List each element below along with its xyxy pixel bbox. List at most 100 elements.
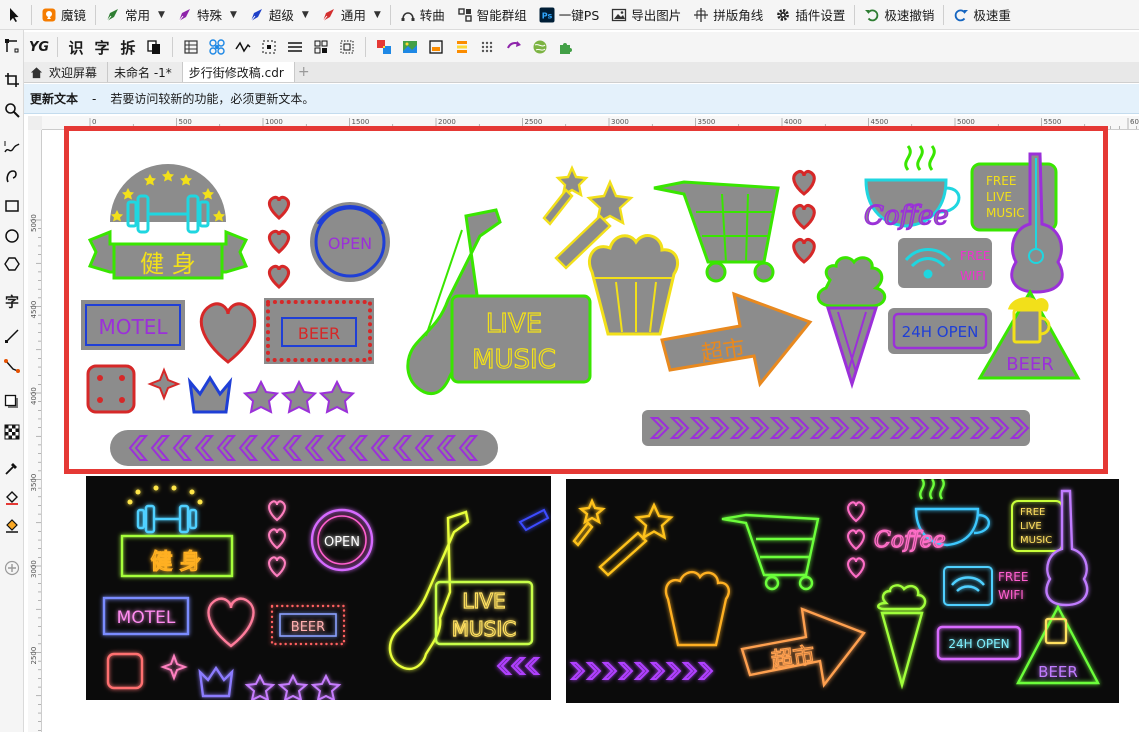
menu-common[interactable]: 常用 ▼ [99, 0, 171, 30]
interactive-fill-tool[interactable] [2, 488, 22, 508]
connector-icon [4, 359, 20, 373]
toolbox: 字 [0, 30, 24, 732]
polygon-icon [4, 257, 20, 271]
menu-super[interactable]: 超级 ▼ [243, 0, 315, 30]
neon-preview-left[interactable]: 健 身 OPEN MOTEL BEER LIVE MUSIC [86, 476, 551, 700]
ruler-label: 4500 [30, 301, 38, 319]
acoustic-guitar-icon [1045, 489, 1089, 607]
undo-icon [865, 8, 879, 21]
char-button[interactable]: 字 [91, 36, 113, 58]
ruler-label: 5500 [1044, 118, 1062, 126]
yg-button[interactable]: YG [28, 36, 50, 58]
globe-icon [533, 40, 547, 54]
dot-grid-icon [481, 41, 493, 53]
menu-super-label: 超级 [268, 8, 294, 23]
toolbar-separator [57, 37, 58, 57]
split-label: 拆 [120, 38, 136, 57]
selection-frame[interactable] [64, 126, 1108, 474]
eyedropper-tool[interactable] [2, 458, 22, 478]
zoom-icon [5, 103, 20, 118]
vertical-ruler[interactable]: 5000 4500 4000 3500 3000 2500 [28, 130, 42, 732]
artistic-media-tool[interactable] [2, 166, 22, 186]
new-tab-button[interactable]: + [295, 62, 313, 82]
menu-convert-curve-label: 转曲 [419, 8, 445, 23]
yg-label: YG [28, 39, 50, 55]
convert-curve-icon [401, 11, 415, 21]
freehand-tool[interactable] [2, 138, 22, 158]
arrow-button[interactable] [503, 36, 525, 58]
ellipse-icon [5, 229, 19, 243]
fill-button[interactable] [425, 36, 447, 58]
photoshop-icon: Ps [539, 7, 555, 22]
smart-fill-tool[interactable] [2, 516, 22, 536]
polygon-tool[interactable] [2, 254, 22, 274]
transparency-tool[interactable] [2, 422, 22, 442]
pattern-button[interactable] [206, 36, 228, 58]
document-tab-bar: 欢迎屏幕 未命名 -1* 步行街修改稿.cdr + [24, 62, 1139, 83]
gym-text-neon: 健 身 [151, 550, 202, 575]
shape-tool[interactable] [2, 36, 22, 56]
ellipse-tool[interactable] [2, 226, 22, 246]
smart-group-icon [458, 7, 472, 22]
free-live-music-neon-3: MUSIC [1020, 535, 1052, 546]
menu-export-image[interactable]: 导出图片 [605, 0, 687, 30]
menu-special-label: 特殊 [196, 8, 222, 23]
select-tool-button[interactable] [0, 0, 28, 30]
bounding-box-button[interactable] [336, 36, 358, 58]
coffee-text-neon: Coffee [874, 528, 946, 553]
add-tool-button[interactable] [2, 558, 22, 578]
menu-crop-marks[interactable]: 拼版角线 [687, 0, 769, 30]
star-icon [634, 502, 674, 540]
notification-title: 更新文本 [30, 92, 79, 106]
split-button[interactable]: 拆 [117, 36, 139, 58]
zoom-tool[interactable] [2, 100, 22, 120]
ruler-label: 0 [92, 118, 96, 126]
tab-walking-street-label: 步行街修改稿.cdr [188, 65, 284, 80]
ruler-label: 2500 [30, 647, 38, 665]
ruler-corner[interactable] [28, 116, 42, 130]
menu-fast-redo[interactable]: 极速重 [947, 0, 1017, 30]
menu-one-click-ps-label: 一键PS [558, 8, 600, 23]
puzzle-button[interactable] [555, 36, 577, 58]
neon-preview-right[interactable]: Coffee FREE LIVE MUSIC FREE WIFI 24H OPE… [566, 479, 1119, 703]
arrow-icon [507, 41, 521, 49]
tab-walking-street[interactable]: 步行街修改稿.cdr [182, 62, 295, 82]
connector-tool[interactable] [2, 356, 22, 376]
table-button[interactable] [180, 36, 202, 58]
pen-icon [106, 8, 119, 21]
pointer-icon [10, 7, 19, 22]
recognize-button[interactable]: 识 [65, 36, 87, 58]
menu-bar: 魔镜 常用 ▼ 特殊 ▼ 超级 ▼ 通用 ▼ 转曲 智能群组 Ps 一键PS 导… [0, 0, 1139, 30]
bounding-box-icon [340, 40, 354, 54]
shadow-tool[interactable] [2, 392, 22, 412]
globe-button[interactable] [529, 36, 551, 58]
menu-special[interactable]: 特殊 ▼ [171, 0, 243, 30]
path-button[interactable] [232, 36, 254, 58]
chevron-down-icon: ▼ [229, 9, 237, 20]
align-lines-button[interactable] [284, 36, 306, 58]
grid-select-button[interactable] [310, 36, 332, 58]
menu-magic-mirror[interactable]: 魔镜 [35, 0, 92, 30]
crop-tool[interactable] [2, 70, 22, 90]
menu-fast-undo[interactable]: 极速撤销 [858, 0, 940, 30]
color-swap-button[interactable] [373, 36, 395, 58]
tab-welcome-screen[interactable]: 欢迎屏幕 [24, 62, 109, 82]
curve-icon [6, 170, 17, 183]
stack-icon [457, 41, 467, 53]
image-button[interactable] [399, 36, 421, 58]
menu-smart-group[interactable]: 智能群组 [451, 0, 533, 30]
text-tool[interactable]: 字 [2, 292, 22, 312]
menu-one-click-ps[interactable]: Ps 一键PS [533, 0, 605, 30]
stack-button[interactable] [451, 36, 473, 58]
line-tool[interactable] [2, 326, 22, 346]
menu-convert-curve[interactable]: 转曲 [394, 0, 451, 30]
menu-general[interactable]: 通用 ▼ [315, 0, 387, 30]
menu-plugin-settings[interactable]: 插件设置 [769, 0, 851, 30]
dotted-frame-button[interactable] [258, 36, 280, 58]
copy-button[interactable] [143, 36, 165, 58]
rectangle-tool[interactable] [2, 196, 22, 216]
notification-dash: - [92, 91, 97, 106]
dot-grid-button[interactable] [477, 36, 499, 58]
recognize-label: 识 [68, 38, 84, 57]
tab-untitled[interactable]: 未命名 -1* [108, 62, 183, 82]
